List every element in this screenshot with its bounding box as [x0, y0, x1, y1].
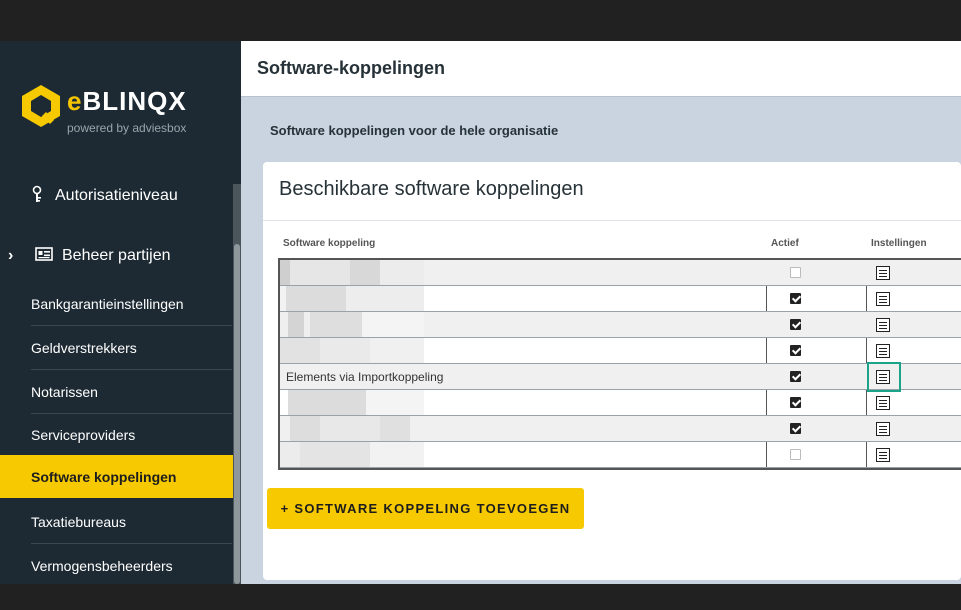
add-software-koppeling-button[interactable]: + SOFTWARE KOPPELING TOEVOEGEN [267, 488, 584, 529]
table-row [280, 390, 961, 416]
sidebar-item-label: Bankgarantieinstellingen [31, 296, 184, 312]
app-window: eBLINQX powered by adviesbox Autorisatie… [0, 41, 961, 584]
sidebar-item-label: Software koppelingen [31, 468, 177, 485]
sidebar-item-notarissen[interactable]: Notarissen [31, 371, 232, 414]
page-title: Software-koppelingen [257, 58, 446, 78]
column-header-instellingen: Instellingen [871, 238, 927, 249]
key-icon [27, 185, 47, 208]
actief-checkbox[interactable] [790, 371, 801, 382]
column-header-software-koppeling: Software koppeling [283, 238, 376, 249]
sidebar-item-serviceproviders[interactable]: Serviceproviders [31, 414, 232, 457]
id-card-icon [34, 246, 54, 266]
card-title: Beschikbare software koppelingen [279, 178, 584, 200]
sidebar-item-bankgarantieinstellingen[interactable]: Bankgarantieinstellingen [31, 283, 232, 326]
column-header-actief: Actief [771, 238, 799, 249]
sidebar-item-label: Beheer partijen [62, 247, 171, 264]
table-row [280, 312, 961, 338]
eblinqx-hex-icon [22, 85, 60, 127]
sidebar-item-label: Serviceproviders [31, 427, 136, 443]
sidebar-item-software-koppelingen[interactable]: Software koppelingen [0, 455, 233, 498]
page-subtitle: Software koppelingen voor de hele organi… [270, 123, 559, 138]
actief-checkbox[interactable] [790, 267, 801, 278]
settings-list-icon[interactable] [876, 292, 890, 306]
sidebar-item-label: Autorisatieniveau [55, 187, 178, 204]
table-body: Elements via Importkoppeling [278, 258, 961, 470]
software-koppeling-name: Elements via Importkoppeling [286, 370, 444, 384]
header-bar: Software-koppelingen [241, 41, 961, 97]
sidebar-item-taxatiebureaus[interactable]: Taxatiebureaus [31, 501, 232, 544]
brand-tagline: powered by adviesbox [67, 121, 187, 135]
actief-checkbox[interactable] [790, 397, 801, 408]
table-row [280, 416, 961, 442]
table-row [280, 260, 961, 286]
settings-list-icon[interactable] [876, 266, 890, 280]
actief-checkbox[interactable] [790, 319, 801, 330]
table-row [280, 442, 961, 468]
sidebar-item-label: Vermogensbeheerders [31, 557, 173, 574]
eblinqx-logo: eBLINQX powered by adviesbox [20, 84, 220, 135]
chevron-right-icon: › [8, 247, 14, 264]
sidebar-item-vermogensbeheerders[interactable]: Vermogensbeheerders [31, 544, 232, 584]
settings-list-icon[interactable] [876, 344, 890, 358]
actief-checkbox[interactable] [790, 423, 801, 434]
table-row [280, 286, 961, 312]
sidebar: eBLINQX powered by adviesbox Autorisatie… [0, 41, 241, 584]
main-content: Software-koppelingen Software koppelinge… [241, 41, 961, 584]
sidebar-item-label: Taxatiebureaus [31, 514, 126, 530]
actief-checkbox[interactable] [790, 449, 801, 460]
table-row: Elements via Importkoppeling [280, 362, 961, 392]
settings-list-icon[interactable] [876, 318, 890, 332]
table-row [280, 338, 961, 364]
sidebar-item-label: Notarissen [31, 384, 98, 400]
sidebar-item-autorisatieniveau[interactable]: Autorisatieniveau [0, 176, 260, 216]
sidebar-item-label: Geldverstrekkers [31, 340, 137, 356]
sidebar-item-geldverstrekkers[interactable]: Geldverstrekkers [31, 327, 232, 370]
actief-checkbox[interactable] [790, 345, 801, 356]
sidebar-scrollbar-thumb[interactable] [234, 244, 240, 584]
settings-list-icon[interactable] [876, 422, 890, 436]
software-koppelingen-card: Beschikbare software koppelingen Softwar… [263, 162, 961, 580]
brand-name: eBLINQX [67, 86, 187, 116]
focus-ring [867, 362, 901, 392]
actief-checkbox[interactable] [790, 293, 801, 304]
card-divider [263, 220, 961, 221]
settings-list-icon[interactable] [876, 396, 890, 410]
sidebar-item-beheer-partijen[interactable]: › Beheer partijen [0, 236, 241, 276]
settings-list-icon[interactable] [876, 448, 890, 462]
sidebar-scrollbar[interactable] [233, 184, 241, 584]
